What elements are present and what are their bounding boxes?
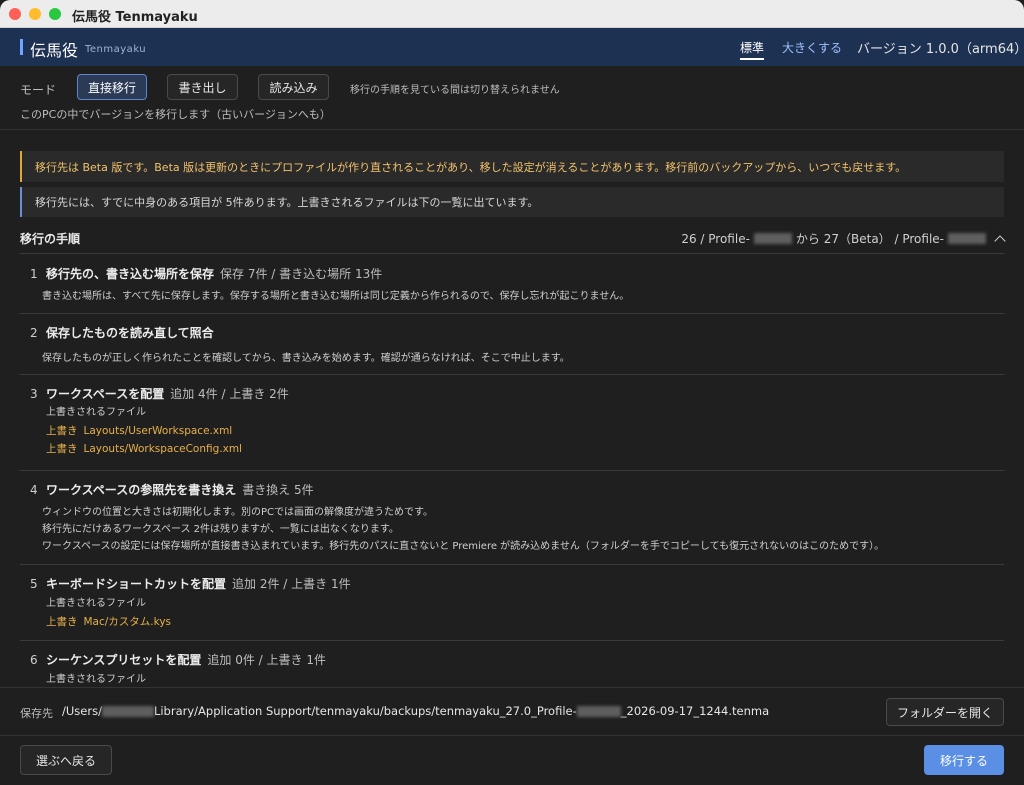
redacted-profile-name [948, 233, 986, 244]
beta-warning-alert: 移行先は Beta 版です。Beta 版は更新のときにプロファイルが作り直される… [20, 151, 1004, 182]
step-meta: 保存 7件 / 書き込む場所 13件 [220, 267, 383, 281]
steps-title: 移行の手順 [20, 232, 81, 246]
source-version: 26 / Profile- [681, 231, 750, 246]
step-4: 4 ワークスペースの参照先を書き換え 書き換え 5件 ウィンドウの位置と大きさは初期… [30, 481, 1000, 555]
text-size-large[interactable]: 大きくする [782, 39, 842, 56]
target-version: から 27（Beta） / Profile- [795, 232, 944, 246]
step-meta: 追加 4件 / 上書き 2件 [170, 387, 289, 401]
step-5: 5 キーボードショートカットを配置 追加 2件 / 上書き 1件 上書きされるファイ… [30, 575, 1000, 631]
back-to-select-button[interactable]: 選ぶへ戻る [20, 745, 112, 775]
divider [20, 640, 1004, 641]
step-name: シーケンスプリセットを配置 [46, 653, 202, 667]
step-name: 保存したものを読み直して照合 [46, 326, 214, 340]
step-number: 5 [30, 577, 38, 591]
mode-label: モード [20, 83, 57, 97]
overwritten-files-header: 上書きされるファイル [46, 598, 146, 609]
window-title: 伝馬役 Tenmayaku [72, 10, 198, 25]
redacted-profile-name [576, 705, 621, 717]
step-name: 移行先の、書き込む場所を保存 [46, 267, 215, 281]
save-location-path: /Users/ Library/Application Support/tenm… [62, 704, 769, 718]
main-content[interactable]: 移行先は Beta 版です。Beta 版は更新のときにプロファイルが作り直される… [0, 131, 1024, 687]
mode-direct-button[interactable]: 直接移行 [77, 74, 147, 100]
file-path: Mac/カスタム.kys [83, 616, 172, 628]
step-name: ワークスペースを配置 [46, 387, 165, 401]
step-description: 書き込む場所は、すべて先に保存します。保存する場所と書き込む場所は同じ定義から作… [42, 291, 630, 302]
step-number: 2 [30, 326, 38, 340]
step-name: キーボードショートカットを配置 [46, 577, 227, 591]
overwrite-info-text: 移行先には、すでに中身のある項目が 5件あります。上書きされるファイルは下の一覧… [35, 196, 539, 209]
overwrite-tag: 上書き [46, 443, 78, 455]
path-suffix: _2026-09-17_1244.tenma [620, 704, 770, 718]
overwritten-file: 上書き Layouts/WorkspaceConfig.xml [46, 440, 1000, 458]
footer: 保存先 /Users/ Library/Application Support/… [0, 687, 1024, 785]
divider [20, 470, 1004, 471]
step-description: 移行先にだけあるワークスペース 2件は残りますが、一覧には出なくなります。 [42, 524, 399, 535]
divider [20, 564, 1004, 565]
path-prefix: /Users/ [62, 704, 102, 718]
step-description: 保存したものが正しく作られたことを確認してから、書き込みを始めます。確認が通らな… [42, 353, 570, 364]
mode-description: このPCの中でバージョンを移行します（古いバージョンへも） [20, 108, 331, 121]
zoom-window-icon[interactable] [49, 8, 61, 20]
step-1: 1 移行先の、書き込む場所を保存 保存 7件 / 書き込む場所 13件 書き込む場所… [30, 265, 1000, 305]
step-number: 4 [30, 483, 38, 497]
mode-lock-note: 移行の手順を見ている間は切り替えられません [350, 85, 560, 96]
step-meta: 追加 0件 / 上書き 1件 [207, 653, 326, 667]
overwrite-tag: 上書き [46, 616, 78, 628]
app-header: 伝馬役 Tenmayaku 標準 大きくする バージョン 1.0.0（arm64… [0, 28, 1024, 66]
brand-subtitle: Tenmayaku [85, 44, 147, 55]
steps-profile-summary[interactable]: 26 / Profile- から 27（Beta） / Profile- [681, 230, 1006, 247]
redacted-user-name [101, 705, 154, 717]
chevron-up-icon[interactable] [994, 234, 1006, 247]
open-folder-button[interactable]: フォルダーを開く [886, 698, 1004, 726]
app-window: 伝馬役 Tenmayaku 伝馬役 Tenmayaku 標準 大きくする バージ… [0, 0, 1024, 785]
minimize-window-icon[interactable] [29, 8, 41, 20]
overwritten-files-header: 上書きされるファイル [46, 674, 146, 685]
step-name: ワークスペースの参照先を書き換え [46, 483, 237, 497]
mode-bar: モード 直接移行 書き出し 読み込み 移行の手順を見ている間は切り替えられません… [0, 66, 1024, 130]
close-window-icon[interactable] [9, 8, 21, 20]
overwrite-info-alert: 移行先には、すでに中身のある項目が 5件あります。上書きされるファイルは下の一覧… [20, 187, 1004, 217]
beta-warning-text: 移行先は Beta 版です。Beta 版は更新のときにプロファイルが作り直される… [35, 160, 907, 174]
step-6: 6 シーケンスプリセットを配置 追加 0件 / 上書き 1件 上書きされるファイル [30, 651, 1000, 687]
divider [20, 313, 1004, 314]
mode-import-button[interactable]: 読み込み [258, 74, 329, 100]
divider [20, 374, 1004, 375]
step-meta: 追加 2件 / 上書き 1件 [232, 577, 351, 591]
redacted-profile-name [753, 233, 792, 244]
step-number: 6 [30, 653, 38, 667]
overwrite-tag: 上書き [46, 425, 78, 437]
step-3: 3 ワークスペースを配置 追加 4件 / 上書き 2件 上書きされるファイル 上書き… [30, 385, 1000, 458]
step-number: 1 [30, 267, 38, 281]
step-description: ウィンドウの位置と大きさは初期化します。別のPCでは画面の解像度が違うためです。 [42, 507, 434, 518]
step-meta: 書き換え 5件 [242, 483, 314, 497]
file-path: Layouts/UserWorkspace.xml [83, 425, 233, 437]
save-location-label: 保存先 [20, 707, 53, 720]
mode-export-button[interactable]: 書き出し [167, 74, 238, 100]
text-size-standard[interactable]: 標準 [740, 39, 765, 60]
step-description: ワークスペースの設定には保存場所が直接書き込まれています。移行先のパスに直さない… [42, 541, 885, 552]
overwritten-file: 上書き Layouts/UserWorkspace.xml [46, 422, 1000, 440]
migrate-button[interactable]: 移行する [924, 745, 1004, 775]
overwritten-file: 上書き Mac/カスタム.kys [46, 613, 1000, 631]
brand-title: 伝馬役 [30, 41, 79, 60]
footer-divider [0, 735, 1024, 736]
overwritten-files-header: 上書きされるファイル [46, 407, 146, 418]
step-number: 3 [30, 387, 38, 401]
divider [20, 253, 1004, 254]
brand-accent-bar [20, 39, 23, 55]
step-2: 2 保存したものを読み直して照合 保存したものが正しく作られたことを確認してから、… [30, 324, 1000, 367]
version-label: バージョン 1.0.0（arm64） [857, 42, 1024, 57]
file-path: Layouts/WorkspaceConfig.xml [83, 443, 242, 455]
title-bar: 伝馬役 Tenmayaku [0, 0, 1024, 28]
path-middle: Library/Application Support/tenmayaku/ba… [153, 704, 577, 718]
